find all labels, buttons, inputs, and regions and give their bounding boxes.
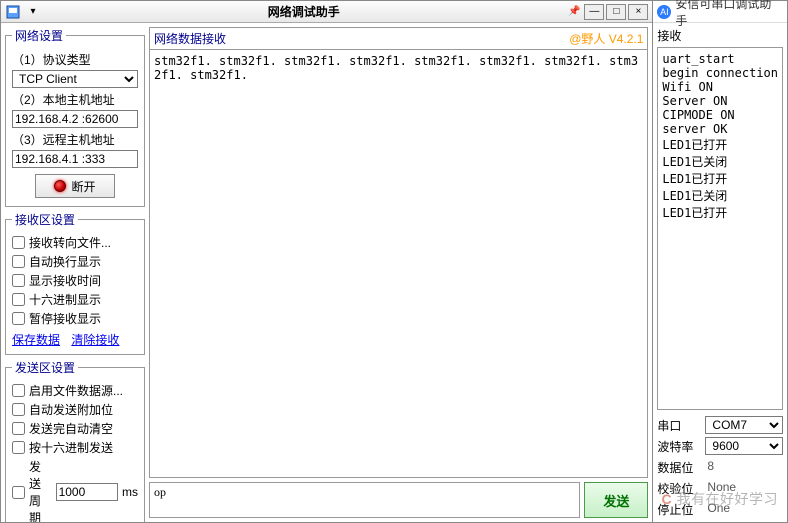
port-label: 串口 (657, 417, 699, 434)
stopbits-label: 停止位 (657, 501, 699, 518)
stopbits-value: One (705, 500, 783, 518)
right-recv-label: 接收 (657, 27, 783, 44)
chk-pause-recv[interactable] (12, 312, 25, 325)
chk-file-source[interactable] (12, 384, 25, 397)
recv-header-label: 网络数据接收 (154, 30, 226, 47)
period-input[interactable] (56, 483, 118, 501)
net-assistant-window: ▾ 网络调试助手 📌 — □ × 网络设置 （1）协议类型 TCP Client… (0, 0, 653, 523)
disconnect-button[interactable]: 断开 (35, 174, 115, 198)
chk-auto-clear[interactable] (12, 422, 25, 435)
net-settings-group: 网络设置 （1）协议类型 TCP Client （2）本地主机地址 （3）远程主… (5, 27, 145, 207)
databits-value: 8 (705, 458, 783, 476)
link-clear-recv[interactable]: 清除接收 (71, 333, 119, 347)
dropdown-icon[interactable]: ▾ (25, 4, 41, 20)
send-button[interactable]: 发送 (584, 482, 648, 518)
parity-value: None (705, 479, 783, 497)
app-icon (5, 4, 21, 20)
right-titlebar: AI 安信可串口调试助手 (653, 1, 787, 23)
send-settings-legend: 发送区设置 (12, 359, 78, 376)
parity-label: 校验位 (657, 480, 699, 497)
port-select[interactable]: COM7 (705, 416, 783, 434)
send-settings-group: 发送区设置 启用文件数据源... 自动发送附加位 发送完自动清空 按十六进制发送… (5, 359, 145, 522)
serial-log[interactable]: uart_start begin connection Wifi ON Serv… (657, 47, 783, 410)
net-settings-legend: 网络设置 (12, 27, 66, 44)
chk-send-hex[interactable] (12, 441, 25, 454)
recv-settings-group: 接收区设置 接收转向文件... 自动换行显示 显示接收时间 十六进制显示 暂停接… (5, 211, 145, 355)
localhost-input[interactable] (12, 110, 138, 128)
baud-label: 波特率 (657, 438, 699, 455)
recv-textarea[interactable]: stm32f1. stm32f1. stm32f1. stm32f1. stm3… (149, 49, 648, 478)
remote-label: （3）远程主机地址 (12, 131, 138, 148)
disconnect-label: 断开 (71, 178, 95, 195)
chk-recv-to-file[interactable] (12, 236, 25, 249)
recv-header: 网络数据接收 @野人 V4.2.1 (149, 27, 648, 49)
period-unit: ms (122, 485, 138, 499)
maximize-button[interactable]: □ (606, 4, 626, 20)
chk-auto-append[interactable] (12, 403, 25, 416)
window-title: 网络调试助手 (41, 3, 566, 20)
recv-settings-legend: 接收区设置 (12, 211, 78, 228)
brand-label: @野人 V4.2.1 (569, 30, 643, 47)
serial-assistant-window: AI 安信可串口调试助手 接收 uart_start begin connect… (653, 0, 788, 523)
close-button[interactable]: × (628, 4, 648, 20)
chk-send-period[interactable] (12, 486, 25, 499)
period-label: 发送周期 (29, 458, 52, 522)
record-icon (54, 180, 66, 192)
send-input[interactable] (149, 482, 580, 518)
chk-auto-wrap[interactable] (12, 255, 25, 268)
minimize-button[interactable]: — (584, 4, 604, 20)
pin-icon[interactable]: 📌 (566, 4, 582, 20)
serial-settings: 串口 COM7 波特率 9600 数据位 8 校验位 None 停止位 One (657, 416, 783, 518)
link-save-data[interactable]: 保存数据 (12, 333, 60, 347)
protocol-select[interactable]: TCP Client (12, 70, 138, 88)
chk-show-time[interactable] (12, 274, 25, 287)
remote-input[interactable] (12, 150, 138, 168)
serial-app-icon: AI (657, 5, 671, 19)
baud-select[interactable]: 9600 (705, 437, 783, 455)
localhost-label: （2）本地主机地址 (12, 91, 138, 108)
chk-hex-display[interactable] (12, 293, 25, 306)
protocol-label: （1）协议类型 (12, 51, 138, 68)
databits-label: 数据位 (657, 459, 699, 476)
titlebar: ▾ 网络调试助手 📌 — □ × (1, 1, 652, 23)
